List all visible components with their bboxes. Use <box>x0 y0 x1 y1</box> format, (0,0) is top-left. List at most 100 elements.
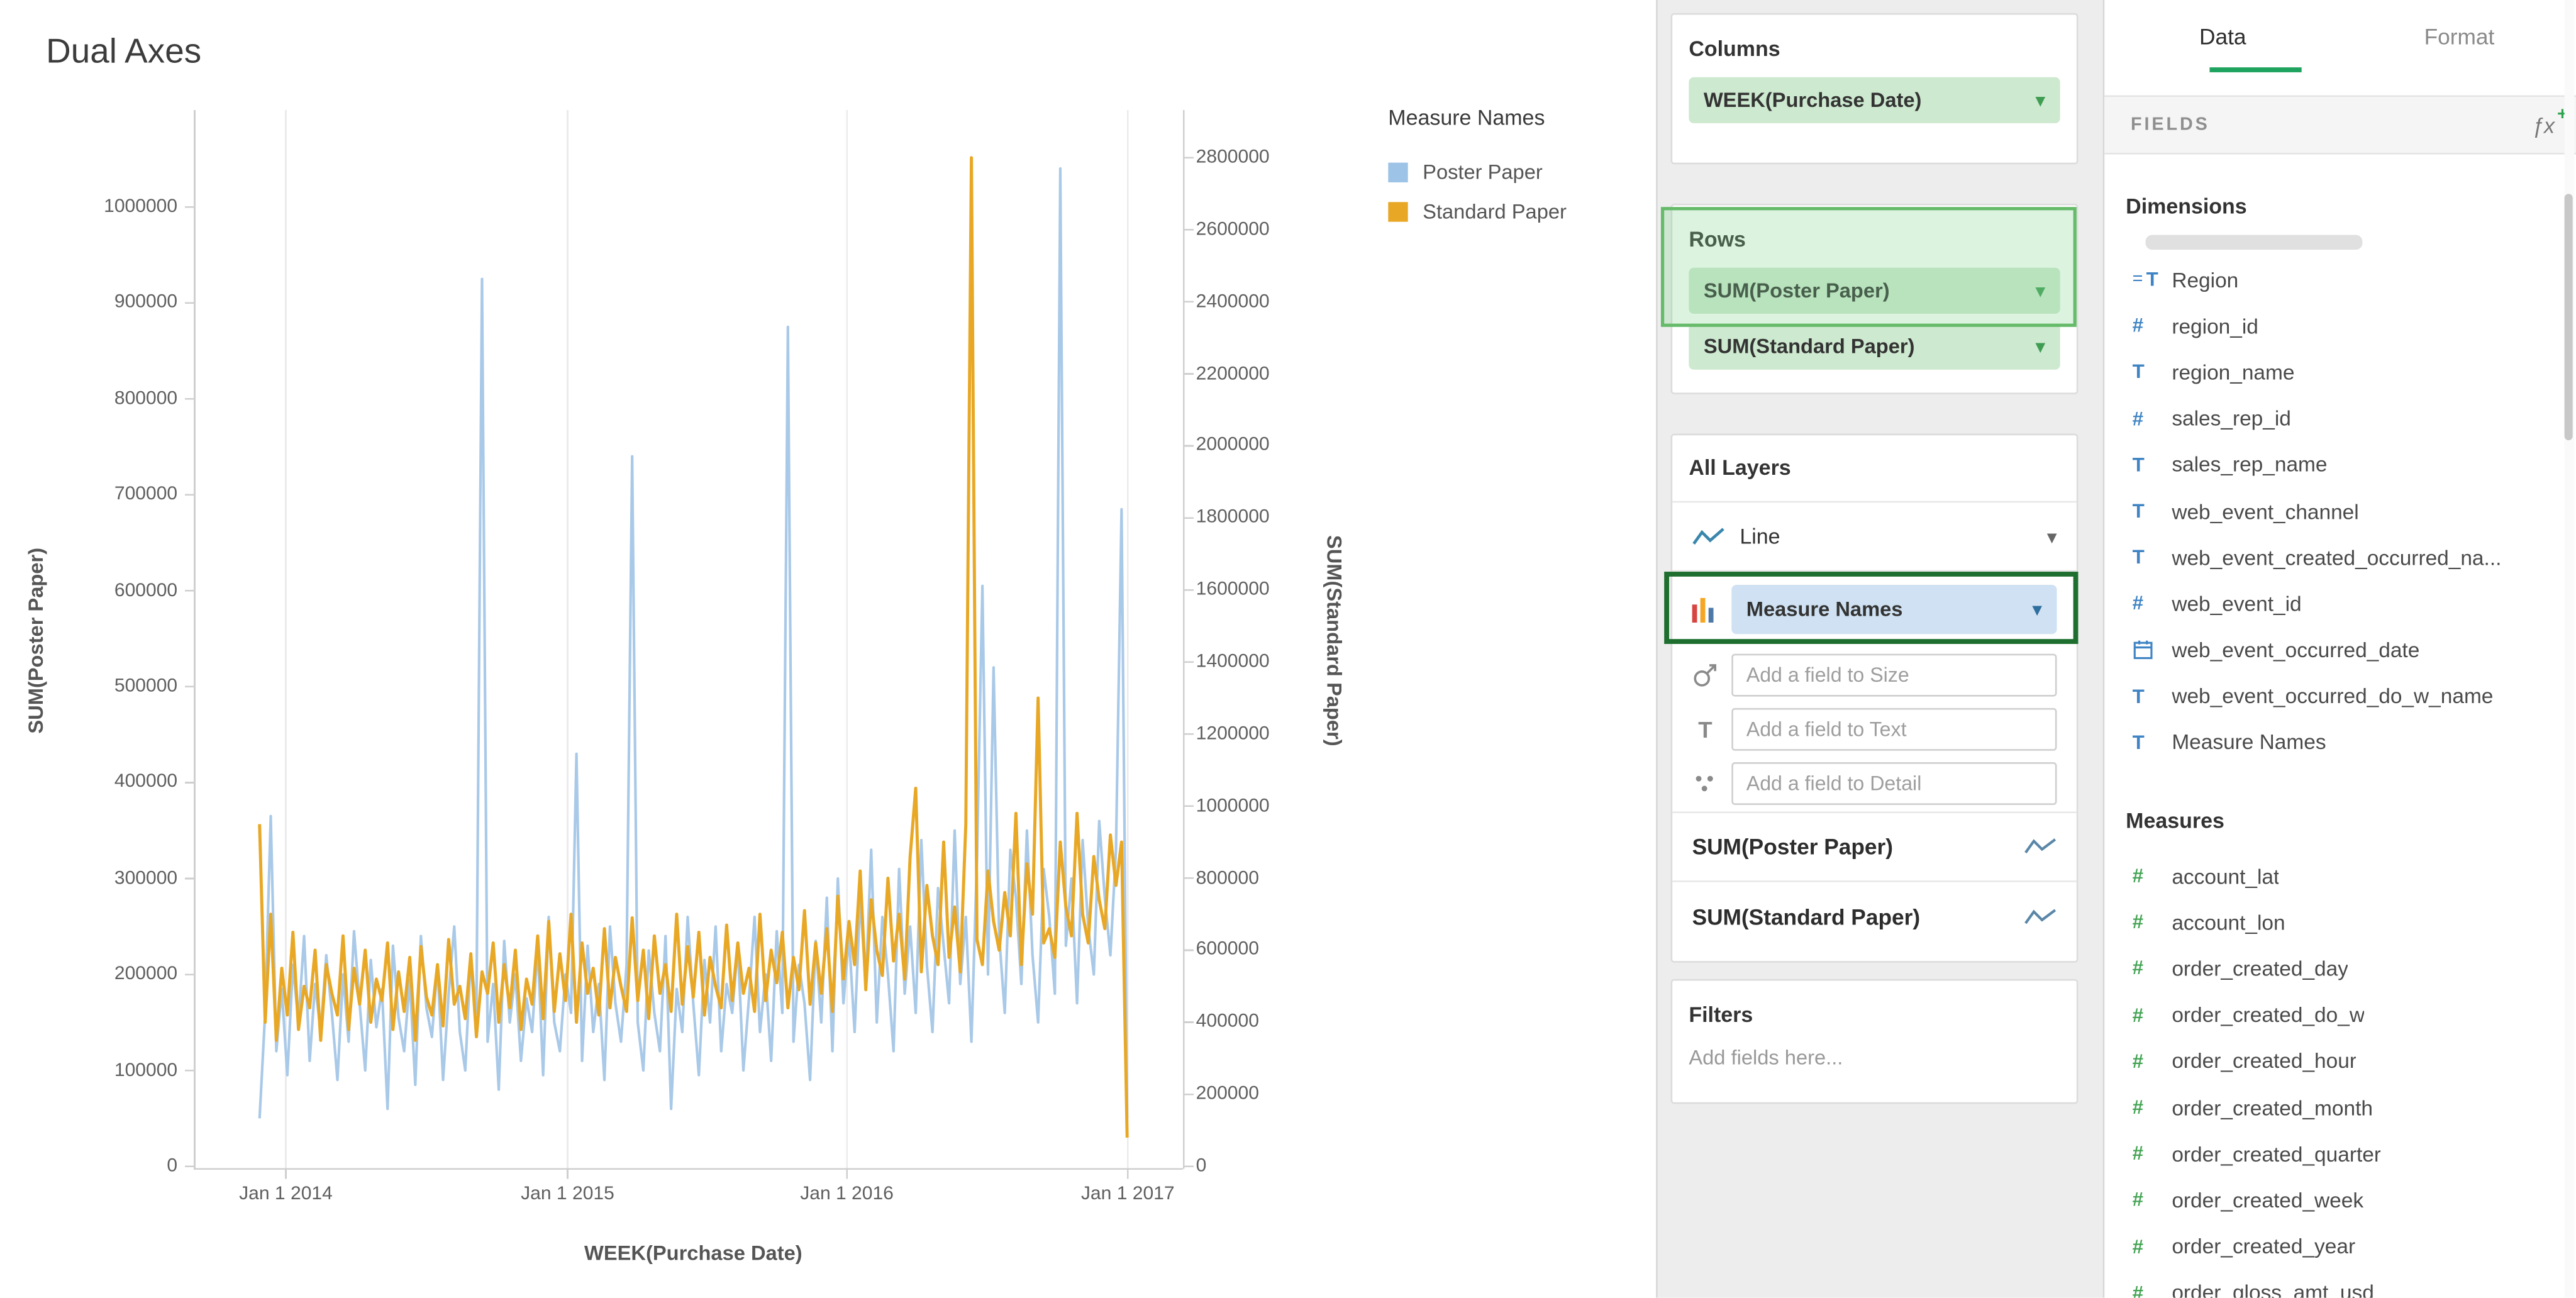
tab-format[interactable]: Format <box>2341 0 2576 74</box>
text-type-icon: T <box>2133 546 2145 569</box>
field-row[interactable]: #account_lon <box>2123 899 2553 945</box>
field-row[interactable]: #order_created_month <box>2123 1084 2553 1131</box>
measure-card-standard-paper[interactable]: SUM(Standard Paper) <box>1672 882 2077 951</box>
mark-type-label: Line <box>1740 524 2046 548</box>
tab-data[interactable]: Data <box>2104 0 2341 74</box>
field-row[interactable]: # account_lat <box>2123 853 2553 899</box>
y-right-tick-label: 2800000 <box>1196 146 1311 169</box>
pill-label: Measure Names <box>1746 598 1903 621</box>
field-row[interactable]: Tweb_event_created_occurred_na... <box>2123 534 2553 580</box>
chevron-down-icon[interactable]: ▾ <box>2035 279 2045 302</box>
mark-type-select[interactable]: Line ▾ <box>1672 502 2077 572</box>
chart-region: Dual Axes 010000020000030000040000050000… <box>0 0 1656 1298</box>
pill-week-purchase-date[interactable]: WEEK(Purchase Date) ▾ <box>1689 77 2060 123</box>
y-right-tick-label: 2600000 <box>1196 218 1311 241</box>
pill-label: SUM(Standard Paper) <box>1704 335 1915 358</box>
x-tick-label: Jan 1 2015 <box>494 1183 641 1206</box>
field-label: order_created_day <box>2172 956 2348 980</box>
field-label: web_event_created_occurred_na... <box>2172 545 2501 570</box>
chevron-down-icon[interactable]: ▾ <box>2035 335 2045 358</box>
hash-icon: # <box>2133 1281 2143 1298</box>
chevron-down-icon[interactable]: ▾ <box>2032 598 2042 621</box>
text-icon: T <box>1692 716 1719 742</box>
field-label: account_lat <box>2172 863 2279 888</box>
y-left-axis-title: SUM(Poster Paper) <box>25 548 48 734</box>
columns-shelf: Columns WEEK(Purchase Date) ▾ <box>1671 13 2079 164</box>
hash-icon: # <box>2133 864 2143 887</box>
y-right-tick-label: 1600000 <box>1196 579 1311 602</box>
columns-shelf-label: Columns <box>1689 31 2076 67</box>
size-field-input[interactable] <box>1731 653 2057 696</box>
chevron-down-icon[interactable]: ▾ <box>2035 89 2045 112</box>
text-type-icon: T <box>2133 731 2145 754</box>
hash-icon: # <box>2133 957 2143 980</box>
pill-measure-names[interactable]: Measure Names ▾ <box>1731 585 2057 634</box>
fields-bar: FIELDS ƒx+ <box>2104 96 2576 155</box>
text-target-row: T <box>1672 701 2077 755</box>
scrollbar-thumb[interactable] <box>2565 194 2573 440</box>
chevron-down-icon[interactable]: ▾ <box>2047 525 2057 548</box>
active-tab-underline <box>2209 67 2301 72</box>
field-label: sales_rep_name <box>2172 452 2327 477</box>
field-label: order_created_do_w <box>2172 1002 2365 1027</box>
field-row[interactable]: # order_created_week <box>2123 1177 2553 1223</box>
measure-card-poster-paper[interactable]: SUM(Poster Paper) <box>1672 813 2077 882</box>
line-chart-icon <box>1692 525 1725 548</box>
hash-icon: # <box>2133 1189 2143 1212</box>
color-grip-icon[interactable] <box>1692 596 1716 623</box>
filters-shelf: Filters Add fields here... <box>1671 979 2079 1104</box>
filters-placeholder[interactable]: Add fields here... <box>1689 1046 2076 1070</box>
pill-label: SUM(Poster Paper) <box>1704 279 1890 302</box>
detail-target-row <box>1672 756 2077 813</box>
field-label: order_created_week <box>2172 1187 2363 1212</box>
legend-item[interactable]: Poster Paper <box>1388 153 1651 192</box>
field-row[interactable]: #sales_rep_id <box>2123 395 2553 441</box>
pill-sum-standard-paper[interactable]: SUM(Standard Paper) ▾ <box>1689 324 2060 370</box>
field-row[interactable]: #order_created_hour <box>2123 1038 2553 1084</box>
legend-item[interactable]: Standard Paper <box>1388 192 1651 232</box>
field-label: web_event_occurred_date <box>2172 638 2419 662</box>
field-row[interactable]: =TRegion <box>2123 257 2553 303</box>
field-label: web_event_occurred_do_w_name <box>2172 684 2493 708</box>
field-row[interactable]: # order_created_day <box>2123 945 2553 992</box>
field-row[interactable]: #region_id <box>2123 302 2553 349</box>
field-row[interactable]: web_event_occurred_date <box>2123 627 2553 674</box>
hash-icon: # <box>2133 592 2143 615</box>
hash-icon: # <box>2133 1050 2143 1073</box>
size-target-row <box>1672 647 2077 701</box>
field-row[interactable]: #order_created_year <box>2123 1223 2553 1270</box>
field-row[interactable]: Tweb_event_occurred_do_w_name <box>2123 673 2553 719</box>
legend-label: Standard Paper <box>1423 201 1567 224</box>
legend: Measure Names Poster PaperStandard Paper <box>1388 105 1651 231</box>
y-right-tick-label: 0 <box>1196 1155 1311 1178</box>
y-left-tick-label: 800000 <box>62 387 177 411</box>
text-field-input[interactable] <box>1731 707 2057 750</box>
field-label: Region <box>2172 267 2238 292</box>
legend-swatch <box>1388 163 1407 182</box>
text-type-icon: T <box>2133 499 2145 523</box>
field-row[interactable]: # order_created_do_w <box>2123 992 2553 1038</box>
y-left-tick-label: 0 <box>62 1155 177 1178</box>
hash-icon: # <box>2133 1003 2143 1026</box>
text-type-icon: T <box>2146 268 2158 291</box>
legend-swatch <box>1388 202 1407 221</box>
field-row[interactable]: #order_gloss_amt_usd <box>2123 1269 2553 1297</box>
detail-icon <box>1692 772 1719 796</box>
measure-card-label: SUM(Standard Paper) <box>1692 904 2024 929</box>
x-axis-title: WEEK(Purchase Date) <box>584 1242 802 1265</box>
calendar-icon <box>2133 639 2154 660</box>
y-right-tick-label: 1800000 <box>1196 506 1311 530</box>
legend-items: Poster Paper Standard Paper <box>1388 153 1651 231</box>
field-row[interactable]: #web_event_id <box>2123 580 2553 627</box>
field-row[interactable]: Tregion_name <box>2123 349 2553 396</box>
pill-sum-poster-paper[interactable]: SUM(Poster Paper) ▾ <box>1689 268 2060 314</box>
field-row[interactable]: Tsales_rep_name <box>2123 441 2553 488</box>
text-type-icon: T <box>2133 453 2145 477</box>
y-right-tick-label: 800000 <box>1196 867 1311 890</box>
create-calculated-field-button[interactable]: ƒx+ <box>2532 113 2555 137</box>
detail-field-input[interactable] <box>1731 762 2057 805</box>
field-row[interactable]: Tweb_event_channel <box>2123 488 2553 535</box>
field-row[interactable]: TMeasure Names <box>2123 719 2553 766</box>
field-row[interactable]: #order_created_quarter <box>2123 1131 2553 1177</box>
y-left-tick-label: 600000 <box>62 579 177 602</box>
